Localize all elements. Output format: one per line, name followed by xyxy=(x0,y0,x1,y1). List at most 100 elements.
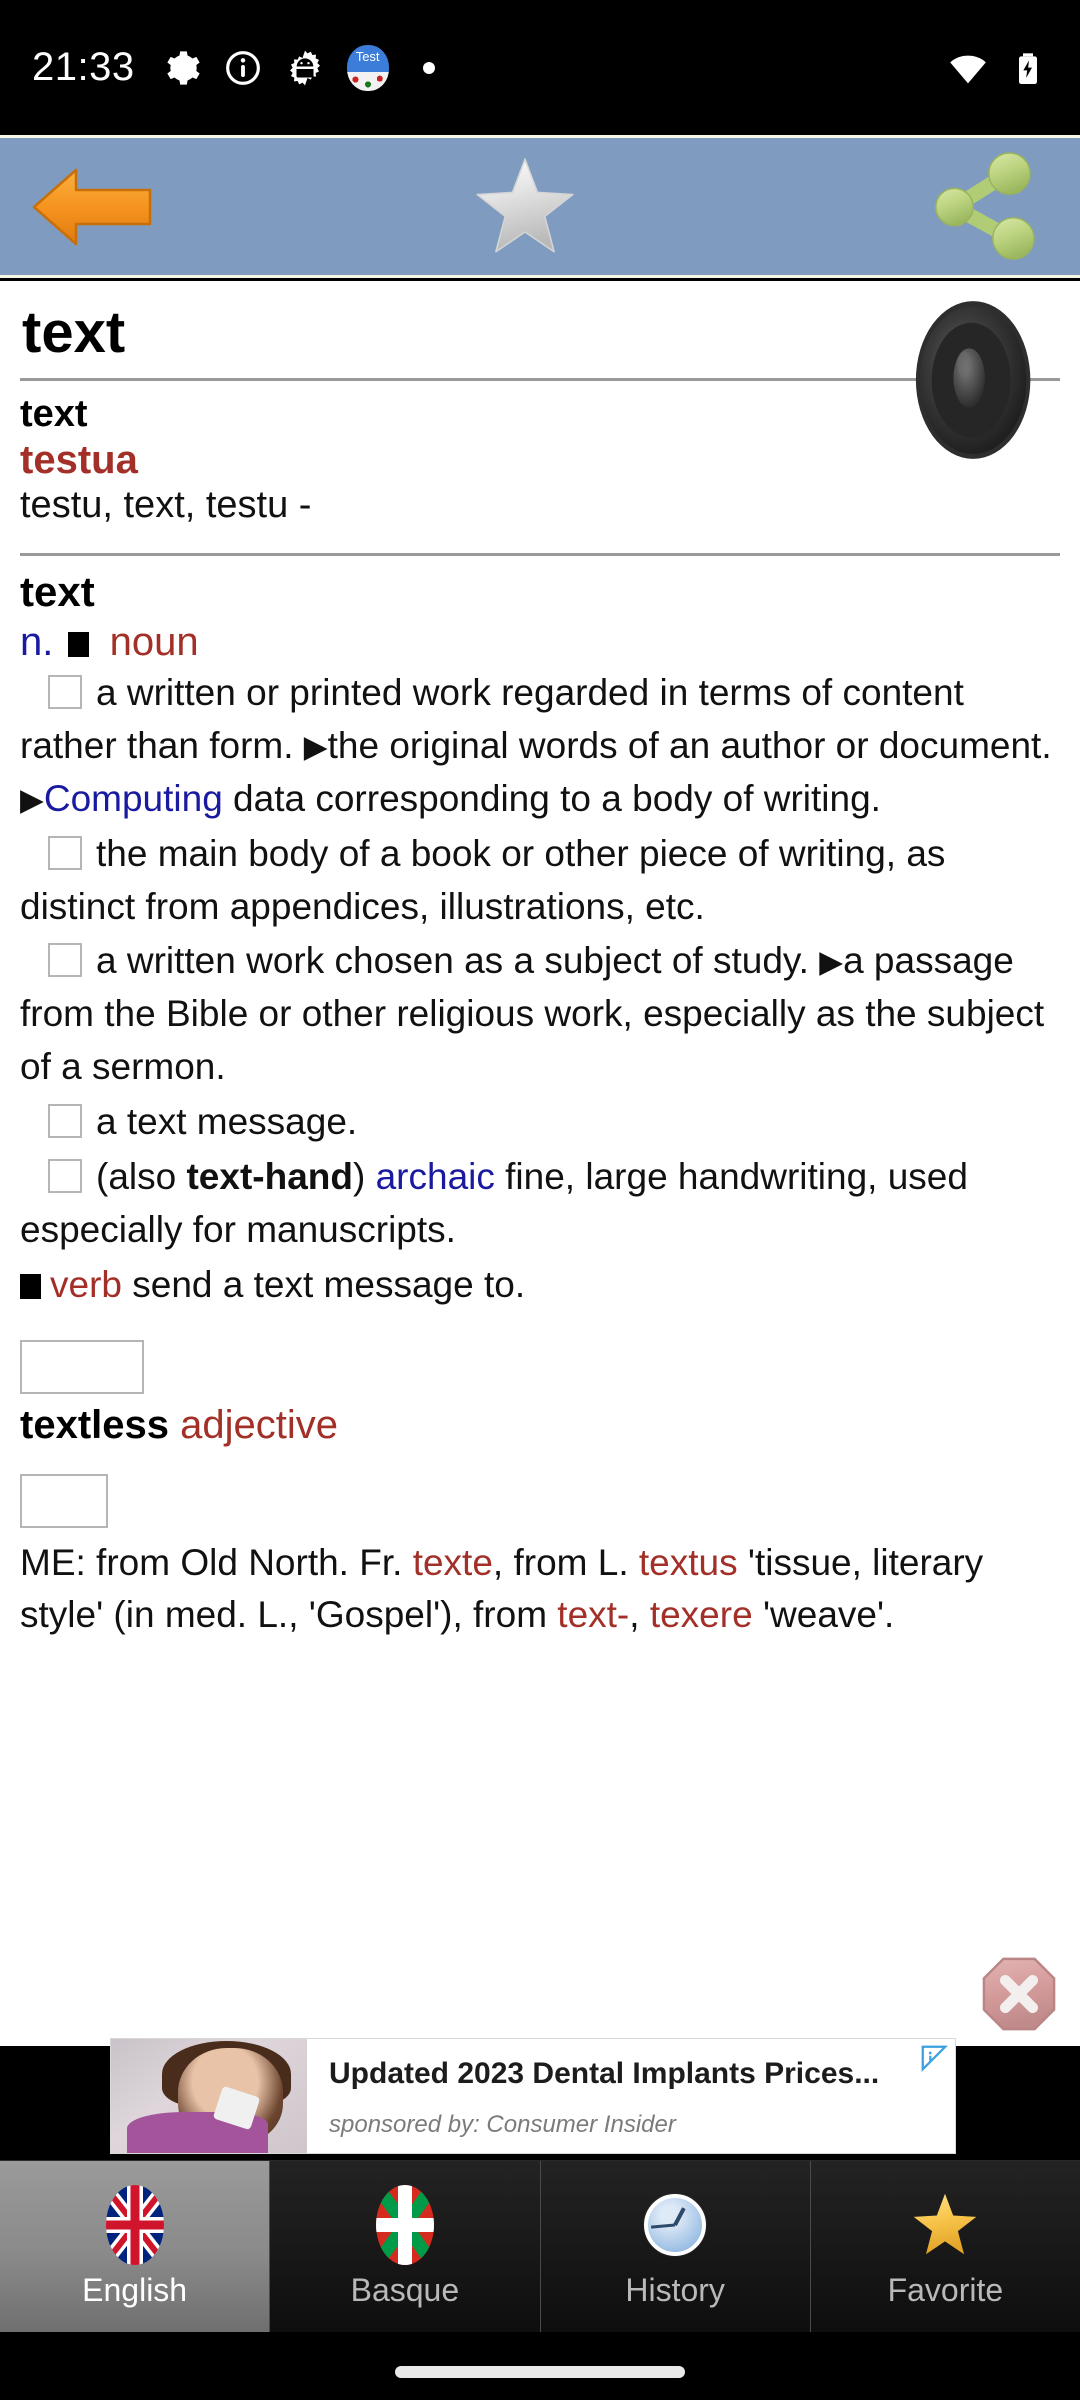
ad-thumbnail xyxy=(111,2039,307,2153)
test-app-label: Test xyxy=(355,48,380,64)
nav-item-english[interactable]: English xyxy=(0,2161,271,2332)
origin-marker-icon xyxy=(20,1473,108,1528)
ad-sponsor: sponsored by: Consumer Insider xyxy=(329,2110,676,2138)
subsense-triangle-icon: ▶ xyxy=(303,728,328,764)
star-icon xyxy=(476,157,574,252)
status-notification-icons: Test xyxy=(161,44,435,91)
nav-item-favorite[interactable]: Favorite xyxy=(810,2161,1080,2332)
sense-bullet-icon xyxy=(48,1104,82,1139)
app-toolbar xyxy=(0,135,1080,278)
gear-icon xyxy=(166,50,200,85)
origin-text: ME: from Old North. Fr. texte, from L. t… xyxy=(20,1537,1060,1642)
pronounce-button[interactable] xyxy=(908,291,1058,471)
back-button[interactable] xyxy=(0,135,170,278)
sense-label-link[interactable]: archaic xyxy=(376,1156,495,1197)
nav-label-basque: Basque xyxy=(350,2272,460,2308)
info-icon xyxy=(225,50,260,85)
sense-text: 'weave'. xyxy=(752,1594,895,1636)
translation-block: text testua testu, text, testu - xyxy=(20,393,1060,527)
adchoices-icon[interactable] xyxy=(919,2043,949,2073)
origin-term: texere xyxy=(649,1594,753,1636)
ad-banner[interactable]: Updated 2023 Dental Implants Prices... s… xyxy=(110,2038,956,2154)
subsense-triangle-icon: ▶ xyxy=(20,781,44,817)
pos-full: noun xyxy=(109,619,199,664)
dot-icon xyxy=(422,61,435,74)
sense-bullet-icon xyxy=(48,835,82,870)
dictionary-content: text text testua testu, text, testu - te… xyxy=(0,281,1080,2046)
clock-icon xyxy=(641,2184,709,2266)
subsense-triangle-icon: ▶ xyxy=(819,944,844,980)
translation-source: text xyxy=(20,392,88,435)
ad-title: Updated 2023 Dental Implants Prices... xyxy=(329,2057,880,2090)
nav-label-english: English xyxy=(82,2272,188,2308)
definition-block: text n. noun a written or printed work r… xyxy=(20,568,1060,1642)
back-arrow-icon xyxy=(32,168,152,245)
verb-bullet-icon xyxy=(20,1273,41,1299)
origin-term: textus xyxy=(638,1541,738,1583)
derivatives-line: textless adjective xyxy=(20,1403,1060,1448)
test-app-icon-base xyxy=(346,72,389,91)
sense-item: (also text-hand) archaic fine, large han… xyxy=(20,1151,1060,1257)
share-button[interactable] xyxy=(880,135,1080,278)
origin-term: text- xyxy=(557,1594,630,1636)
gold-star-icon xyxy=(914,2193,977,2255)
sense-label-link[interactable]: Computing xyxy=(44,778,223,819)
favorite-button[interactable] xyxy=(170,135,880,278)
star-icon xyxy=(911,2184,979,2266)
sense-text: , from L. xyxy=(492,1541,639,1583)
test-app-icon: Test xyxy=(346,44,389,91)
speaker-icon xyxy=(915,301,1031,459)
derivative-word: textless xyxy=(20,1402,169,1447)
close-icon xyxy=(982,1957,1056,2031)
nav-item-history[interactable]: History xyxy=(540,2161,811,2332)
status-clock: 21:33 xyxy=(32,45,135,89)
sense-bullet-icon xyxy=(48,674,82,709)
nav-item-basque[interactable]: Basque xyxy=(270,2161,541,2332)
pos-abbrev: n. xyxy=(20,619,54,664)
sense-text: the original words of an author or docum… xyxy=(327,724,1052,766)
definition-word: text xyxy=(20,567,95,615)
bottom-navigation: English Basque History Favorite xyxy=(0,2160,1080,2332)
verb-label: verb xyxy=(50,1263,122,1305)
derivative-pos: adjective xyxy=(180,1402,338,1447)
phone-screen: 21:33 Test text text testua testu, text,… xyxy=(0,0,1080,2400)
android-gear-icon xyxy=(289,50,320,85)
sense-text: ME: from Old North. Fr. xyxy=(20,1541,413,1583)
divider-mid xyxy=(20,552,1060,556)
verb-text: send a text message to. xyxy=(121,1263,526,1305)
sense-bullet-icon xyxy=(48,943,82,978)
ad-body: Updated 2023 Dental Implants Prices... s… xyxy=(307,2039,955,2153)
part-of-speech-line: n. noun xyxy=(20,620,1060,665)
uk-flag-icon xyxy=(101,2184,169,2266)
ad-close-button[interactable] xyxy=(980,1955,1058,2033)
sense-text: a text message. xyxy=(96,1101,358,1143)
status-system-icons xyxy=(948,48,1048,88)
origin-block: ME: from Old North. Fr. texte, from L. t… xyxy=(20,1473,1060,1642)
sense-text: data corresponding to a body of writing. xyxy=(222,777,881,819)
basque-flag-icon xyxy=(371,2184,439,2266)
sense-list: a written or printed work regarded in te… xyxy=(20,667,1060,1257)
nav-label-favorite: Favorite xyxy=(887,2272,1004,2308)
sense-item: the main body of a book or other piece o… xyxy=(20,828,1060,934)
share-icon xyxy=(935,151,1035,260)
sense-item: a written work chosen as a subject of st… xyxy=(20,935,1060,1094)
status-bar: 21:33 Test xyxy=(0,0,1080,135)
sense-text: , xyxy=(629,1594,650,1636)
battery-charging-icon xyxy=(1019,52,1037,84)
derivatives-block: textless adjective xyxy=(20,1339,1060,1448)
sense-text: the main body of a book or other piece o… xyxy=(20,832,946,927)
nav-label-history: History xyxy=(625,2272,725,2308)
sense-item: a text message. xyxy=(20,1096,1060,1149)
origin-term: texte xyxy=(412,1541,493,1583)
translation-target: testua xyxy=(20,437,138,482)
verb-sense: verb send a text message to. xyxy=(20,1259,1060,1312)
translation-alternatives: testu, text, testu - xyxy=(20,483,312,526)
wifi-icon xyxy=(950,55,986,83)
page-title: text xyxy=(22,300,126,365)
sense-item: a written or printed work regarded in te… xyxy=(20,667,1060,826)
sense-text: a written work chosen as a subject of st… xyxy=(96,940,820,982)
gesture-home-bar[interactable] xyxy=(395,2366,685,2378)
